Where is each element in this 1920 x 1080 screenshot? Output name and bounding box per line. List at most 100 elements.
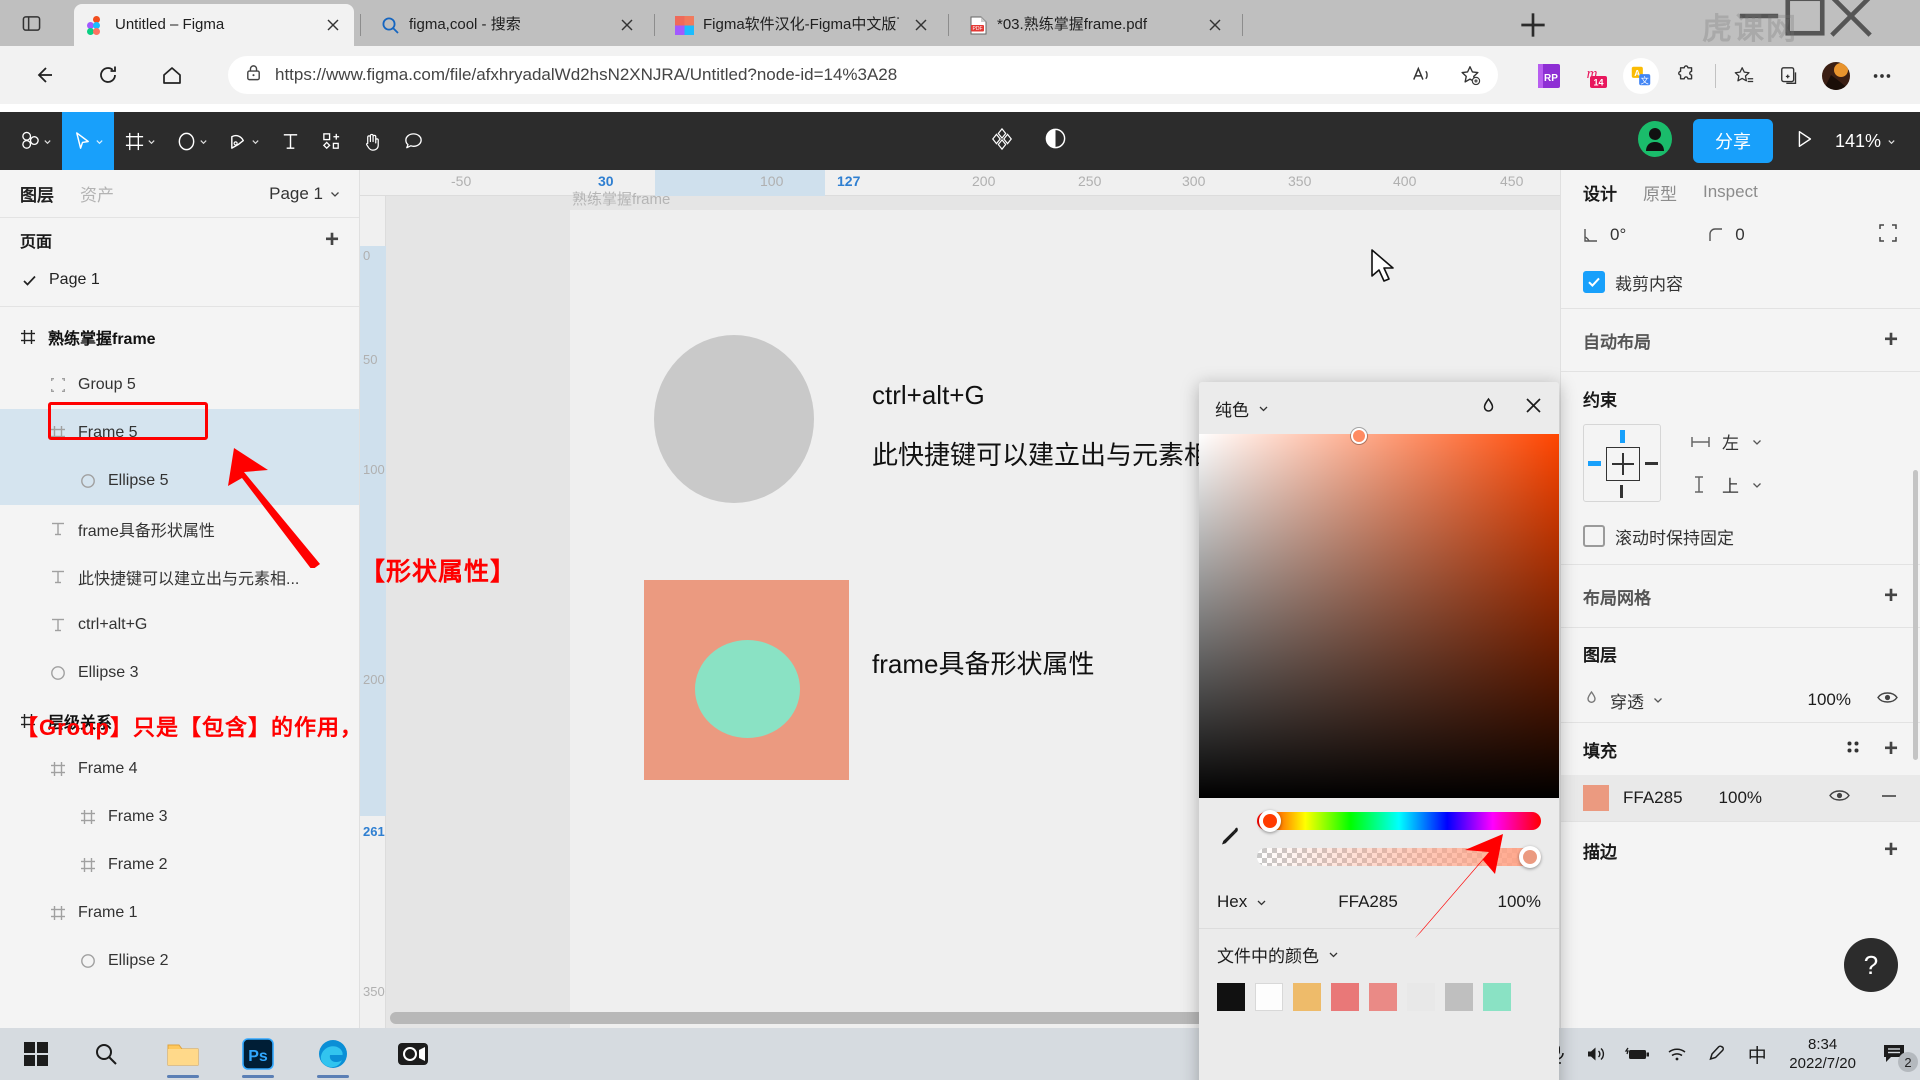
- canvas-text-shortcut[interactable]: ctrl+alt+G: [872, 380, 985, 411]
- wifi-icon[interactable]: [1657, 1028, 1697, 1080]
- browser-tab-3[interactable]: PDF *03.熟练掌握frame.pdf: [956, 4, 1236, 46]
- layer-row-13[interactable]: Ellipse 2: [0, 937, 359, 985]
- canvas-text-frame-attr[interactable]: frame具备形状属性: [872, 644, 1094, 681]
- browser-tab-1[interactable]: figma,cool - 搜索: [368, 4, 648, 46]
- figma-menu-button[interactable]: [10, 112, 62, 170]
- add-stroke-button[interactable]: +: [1884, 838, 1898, 862]
- layer-row-10[interactable]: Frame 3: [0, 793, 359, 841]
- color-picker-popup[interactable]: 纯色 Hex FFA285 100% 文件中的颜色: [1199, 382, 1559, 1080]
- tab-design[interactable]: 设计: [1583, 180, 1617, 205]
- ime-icon[interactable]: 中: [1737, 1028, 1777, 1080]
- layer-row-1[interactable]: Group 5: [0, 361, 359, 409]
- remove-fill-button[interactable]: [1880, 787, 1898, 810]
- mint-ellipse-shape[interactable]: [695, 640, 800, 738]
- mendeley-extension-icon[interactable]: m 14: [1577, 58, 1613, 94]
- close-icon[interactable]: [320, 12, 346, 38]
- zoom-level-selector[interactable]: 141%: [1835, 131, 1896, 152]
- clock[interactable]: 8:34 2022/7/20: [1777, 1035, 1868, 1073]
- add-fill-button[interactable]: +: [1884, 737, 1898, 761]
- layer-row-8[interactable]: 层级关系: [0, 697, 359, 745]
- close-icon[interactable]: [1202, 12, 1228, 38]
- drop-icon[interactable]: [1479, 396, 1498, 420]
- frame-tool-button[interactable]: [114, 112, 166, 170]
- contrast-icon[interactable]: [1044, 127, 1067, 155]
- browser-tab-0[interactable]: Untitled – Figma: [74, 4, 354, 46]
- layer-opacity-value[interactable]: 100%: [1808, 690, 1851, 710]
- avatar[interactable]: [1818, 58, 1854, 94]
- color-mode-selector[interactable]: 纯色: [1215, 396, 1270, 421]
- reload-icon[interactable]: [88, 55, 128, 95]
- window-minimize-button[interactable]: [1736, 0, 1782, 32]
- constraint-grid[interactable]: [1583, 424, 1661, 502]
- fill-color-swatch[interactable]: [1583, 785, 1609, 811]
- rotation-field[interactable]: 0°: [1583, 225, 1626, 245]
- fixed-on-scroll-row[interactable]: 滚动时保持固定: [1561, 508, 1920, 564]
- layer-row-0[interactable]: 熟练掌握frame: [0, 313, 359, 361]
- start-button[interactable]: [8, 1028, 64, 1080]
- hue-knob[interactable]: [1259, 810, 1281, 832]
- new-tab-button[interactable]: [1518, 10, 1548, 40]
- gray-ellipse-shape[interactable]: [654, 335, 814, 503]
- browser-more-icon[interactable]: [1864, 58, 1900, 94]
- read-aloud-icon[interactable]: [1404, 57, 1440, 93]
- tab-prototype[interactable]: 原型: [1643, 180, 1677, 205]
- fill-opacity-value[interactable]: 100%: [1719, 788, 1762, 808]
- layer-row-6[interactable]: ctrl+alt+G: [0, 601, 359, 649]
- constraint-bottom-bar[interactable]: [1620, 485, 1623, 498]
- home-icon[interactable]: [152, 55, 192, 95]
- layer-row-9[interactable]: Frame 4: [0, 745, 359, 793]
- fill-item-row[interactable]: FFA285 100%: [1561, 775, 1920, 821]
- hue-slider[interactable]: [1257, 810, 1541, 832]
- layer-row-11[interactable]: Frame 2: [0, 841, 359, 889]
- color-swatch-4[interactable]: [1369, 983, 1397, 1011]
- tab-assets[interactable]: 资产: [80, 181, 114, 206]
- add-auto-layout-button[interactable]: +: [1884, 328, 1898, 352]
- comment-tool-button[interactable]: [393, 112, 434, 170]
- axure-rp-extension-icon[interactable]: RP: [1531, 58, 1567, 94]
- close-icon[interactable]: [908, 12, 934, 38]
- tab-inspect[interactable]: Inspect: [1703, 182, 1758, 202]
- fixed-on-scroll-checkbox[interactable]: [1583, 525, 1605, 547]
- constraint-left-bar[interactable]: [1588, 461, 1601, 466]
- favorite-star-icon[interactable]: [1452, 57, 1488, 93]
- address-bar[interactable]: https://www.figma.com/file/afxhryadalWd2…: [228, 56, 1498, 94]
- independent-corners-icon[interactable]: [1878, 223, 1898, 248]
- present-icon[interactable]: [1793, 128, 1815, 155]
- move-tool-button[interactable]: [62, 112, 114, 170]
- page-item-page-1[interactable]: Page 1: [0, 262, 359, 298]
- notification-center-button[interactable]: 2: [1868, 1028, 1920, 1080]
- photoshop-button[interactable]: Ps: [230, 1028, 286, 1080]
- constraint-horizontal-select[interactable]: 左: [1691, 429, 1763, 454]
- translate-extension-icon[interactable]: A文: [1623, 58, 1659, 94]
- pen-icon[interactable]: [1697, 1028, 1737, 1080]
- window-maximize-button[interactable]: [1782, 0, 1828, 36]
- color-swatch-0[interactable]: [1217, 983, 1245, 1011]
- constraint-vertical-select[interactable]: 上: [1691, 472, 1763, 497]
- design-panel-scrollbar[interactable]: [1913, 470, 1918, 760]
- layer-row-7[interactable]: Ellipse 3: [0, 649, 359, 697]
- hex-value-input[interactable]: FFA285: [1338, 892, 1398, 912]
- search-button[interactable]: [78, 1028, 134, 1080]
- plugins-icon[interactable]: [990, 127, 1014, 156]
- screen-recorder-button[interactable]: [385, 1028, 441, 1080]
- fill-hex-value[interactable]: FFA285: [1623, 788, 1683, 808]
- close-icon[interactable]: [614, 12, 640, 38]
- clip-content-row[interactable]: 裁剪内容: [1561, 256, 1920, 308]
- help-button[interactable]: ?: [1844, 938, 1898, 992]
- favorites-list-icon[interactable]: [1726, 58, 1762, 94]
- pen-tool-button[interactable]: [218, 112, 270, 170]
- add-page-button[interactable]: +: [325, 228, 339, 252]
- vertical-ruler[interactable]: 0 50 100 200 261 350: [360, 196, 386, 1028]
- back-icon[interactable]: [24, 55, 64, 95]
- canvas-text-description[interactable]: 此快捷键可以建立出与元素相: [872, 435, 1210, 472]
- browser-tab-2[interactable]: Figma软件汉化-Figma中文版下载: [662, 4, 942, 46]
- battery-icon[interactable]: [1617, 1028, 1657, 1080]
- share-button[interactable]: 分享: [1692, 119, 1773, 163]
- clip-content-checkbox[interactable]: [1583, 271, 1605, 293]
- constraint-right-bar[interactable]: [1645, 462, 1658, 465]
- eyedropper-icon[interactable]: [1217, 824, 1243, 855]
- close-icon[interactable]: [1524, 396, 1543, 420]
- file-explorer-button[interactable]: [155, 1028, 211, 1080]
- color-swatch-3[interactable]: [1331, 983, 1359, 1011]
- alpha-knob[interactable]: [1519, 846, 1541, 868]
